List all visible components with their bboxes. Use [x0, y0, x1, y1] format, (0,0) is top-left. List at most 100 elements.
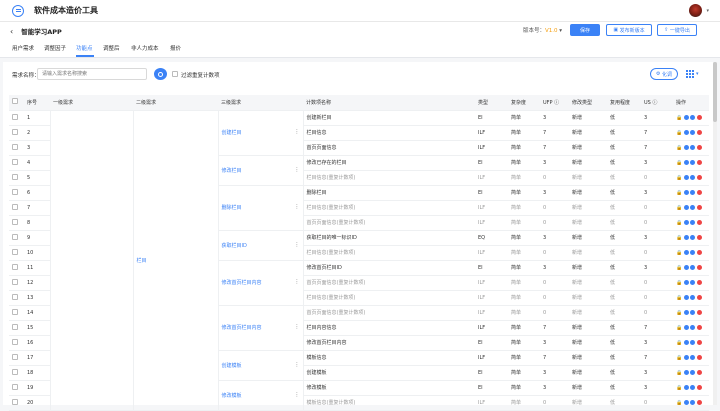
copy-icon[interactable]: [683, 235, 689, 240]
copy-icon[interactable]: [683, 280, 689, 285]
more-icon[interactable]: ⋮: [295, 204, 300, 210]
add-icon[interactable]: [690, 340, 696, 345]
copy-icon[interactable]: [683, 400, 689, 405]
delete-icon[interactable]: [696, 190, 702, 195]
copy-icon[interactable]: [683, 295, 689, 300]
delete-icon[interactable]: [696, 280, 702, 285]
add-icon[interactable]: [690, 235, 696, 240]
more-icon[interactable]: ⋮: [295, 129, 300, 135]
lock-icon[interactable]: 🔒: [676, 385, 682, 391]
back-arrow-icon[interactable]: ‹: [10, 27, 13, 36]
add-icon[interactable]: [690, 130, 696, 135]
level3-cell[interactable]: 修改首页栏目内容 ⋮: [217, 260, 304, 306]
tab-non-labor-cost[interactable]: 非人力成本: [131, 44, 159, 52]
add-icon[interactable]: [690, 220, 696, 225]
tab-function-points[interactable]: 功能点: [76, 44, 93, 52]
level3-label[interactable]: 创建模板: [222, 363, 242, 369]
add-icon[interactable]: [690, 385, 696, 390]
copy-icon[interactable]: [683, 205, 689, 210]
copy-icon[interactable]: [683, 160, 689, 165]
more-icon[interactable]: ⋮: [295, 324, 300, 330]
more-icon[interactable]: ⋮: [295, 362, 300, 368]
add-icon[interactable]: [690, 175, 696, 180]
lock-icon[interactable]: 🔒: [676, 160, 682, 166]
lock-icon[interactable]: 🔒: [676, 370, 682, 376]
delete-icon[interactable]: [696, 250, 702, 255]
lock-icon[interactable]: 🔒: [676, 130, 682, 136]
lock-icon[interactable]: 🔒: [676, 115, 682, 121]
lock-icon[interactable]: 🔒: [676, 265, 682, 271]
copy-icon[interactable]: [683, 385, 689, 390]
delete-icon[interactable]: [696, 325, 702, 330]
lock-icon[interactable]: 🔒: [676, 295, 682, 301]
more-icon[interactable]: ⋮: [295, 279, 300, 285]
level3-cell[interactable]: 修改模板 ⋮: [217, 380, 304, 411]
add-icon[interactable]: [690, 400, 696, 405]
row-checkbox[interactable]: [9, 335, 24, 351]
row-checkbox[interactable]: [9, 230, 24, 246]
delete-icon[interactable]: [696, 400, 702, 405]
row-checkbox[interactable]: [9, 365, 24, 381]
lock-icon[interactable]: 🔒: [676, 310, 682, 316]
tab-quote[interactable]: 报价: [170, 44, 181, 52]
level3-label[interactable]: 创建栏目: [222, 130, 242, 136]
copy-icon[interactable]: [683, 115, 689, 120]
add-icon[interactable]: [690, 160, 696, 165]
add-icon[interactable]: [690, 145, 696, 150]
add-icon[interactable]: [690, 280, 696, 285]
copy-icon[interactable]: [683, 175, 689, 180]
level3-label[interactable]: 修改首页栏目内容: [222, 325, 262, 331]
export-button[interactable]: ⇪ 一键导出: [657, 24, 697, 36]
level3-cell[interactable]: 获取栏目ID ⋮: [217, 230, 304, 261]
lock-icon[interactable]: 🔒: [676, 145, 682, 151]
delete-icon[interactable]: [696, 160, 702, 165]
row-checkbox[interactable]: [9, 290, 24, 306]
row-checkbox[interactable]: [9, 215, 24, 231]
copy-icon[interactable]: [683, 355, 689, 360]
level3-label[interactable]: 修改首页栏目内容: [222, 280, 262, 286]
row-checkbox[interactable]: [9, 110, 24, 126]
level3-cell[interactable]: 创建模板 ⋮: [217, 350, 304, 381]
lock-icon[interactable]: 🔒: [676, 250, 682, 256]
row-checkbox[interactable]: [9, 380, 24, 396]
copy-icon[interactable]: [683, 250, 689, 255]
lock-icon[interactable]: 🔒: [676, 205, 682, 211]
row-checkbox[interactable]: [9, 245, 24, 261]
add-icon[interactable]: [690, 295, 696, 300]
level3-label[interactable]: 修改模板: [222, 393, 242, 399]
level3-cell[interactable]: 修改栏目 ⋮: [217, 155, 304, 186]
delete-icon[interactable]: [696, 355, 702, 360]
delete-icon[interactable]: [696, 295, 702, 300]
level3-cell[interactable]: 删除栏目 ⋮: [217, 185, 304, 231]
delete-icon[interactable]: [696, 385, 702, 390]
add-icon[interactable]: [690, 250, 696, 255]
delete-icon[interactable]: [696, 235, 702, 240]
chevron-down-icon[interactable]: ▾: [706, 8, 709, 14]
lock-icon[interactable]: 🔒: [676, 325, 682, 331]
chevron-down-icon[interactable]: ▾: [696, 71, 699, 77]
copy-icon[interactable]: [683, 265, 689, 270]
row-checkbox[interactable]: [9, 275, 24, 291]
row-checkbox[interactable]: [9, 350, 24, 366]
row-checkbox[interactable]: [9, 305, 24, 321]
filter-duplicate-checkbox[interactable]: [172, 71, 178, 77]
copy-icon[interactable]: [683, 325, 689, 330]
level3-cell[interactable]: 创建栏目 ⋮: [217, 110, 304, 156]
add-icon[interactable]: [690, 205, 696, 210]
row-checkbox[interactable]: [9, 125, 24, 141]
column-settings-button[interactable]: ⚙ 化调: [650, 68, 678, 80]
delete-icon[interactable]: [696, 115, 702, 120]
copy-icon[interactable]: [683, 220, 689, 225]
add-icon[interactable]: [690, 355, 696, 360]
delete-icon[interactable]: [696, 205, 702, 210]
delete-icon[interactable]: [696, 145, 702, 150]
search-input[interactable]: [37, 68, 147, 80]
save-button[interactable]: 保存: [570, 24, 600, 36]
add-icon[interactable]: [690, 310, 696, 315]
delete-icon[interactable]: [696, 175, 702, 180]
header-select-all[interactable]: [9, 95, 24, 111]
tab-adjust-factors[interactable]: 调整因子: [44, 44, 66, 52]
row-checkbox[interactable]: [9, 395, 24, 411]
vertical-scrollbar[interactable]: [713, 62, 717, 405]
tab-adjusted[interactable]: 调整后: [103, 44, 120, 52]
